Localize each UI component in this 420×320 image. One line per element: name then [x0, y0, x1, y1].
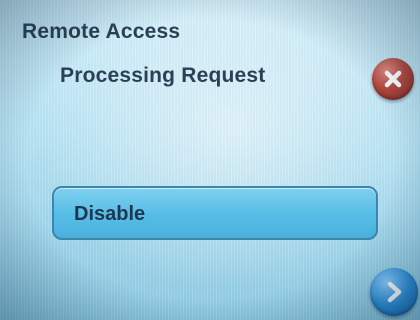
chevron-right-icon: [387, 281, 402, 303]
screen-title: Remote Access: [22, 20, 181, 43]
next-button[interactable]: [370, 268, 418, 316]
close-x-icon: [384, 70, 402, 88]
close-button[interactable]: [372, 58, 414, 100]
remote-access-screen: Remote Access Processing Request Disable: [0, 0, 420, 320]
status-message: Processing Request: [60, 64, 266, 87]
disable-button-label: Disable: [74, 203, 146, 225]
disable-button[interactable]: Disable: [52, 186, 378, 240]
